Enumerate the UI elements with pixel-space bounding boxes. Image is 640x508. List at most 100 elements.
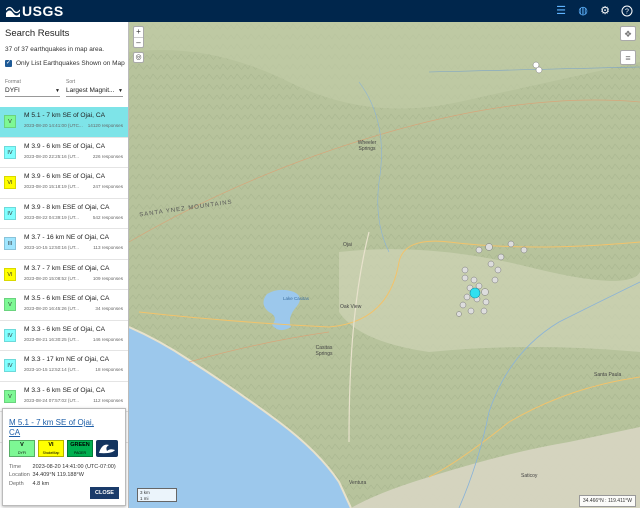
casitas-springs-label: Casitas Springs <box>315 345 333 357</box>
shakemap-badge[interactable]: VI ShakeMap <box>38 440 64 457</box>
mmi-badge: V <box>4 115 16 128</box>
globe-icon[interactable]: ◍ <box>576 4 590 18</box>
list-icon[interactable]: ☰ <box>554 4 568 18</box>
oak-view-label: Oak View <box>340 304 362 310</box>
popup-location-row: Location 34.409°N 119.188°W <box>9 472 84 478</box>
mmi-badge: IV <box>4 206 16 220</box>
earthquake-list-item[interactable]: V M 3.5 - 6 km ESE of Ojai, CA 2023-08-20 … <box>0 290 128 321</box>
earthquake-responses: 146 responses <box>92 336 123 342</box>
earthquake-title: M 3.3 - 6 km SE of Ojai, CA <box>24 386 105 394</box>
dyfi-badge-label: DYFI <box>18 451 26 455</box>
search-results-title: Search Results <box>5 28 70 39</box>
depth-value: 4.8 km <box>32 481 50 487</box>
dyfi-badge-value: V <box>20 442 24 448</box>
earthquake-time: 2023-10-15 12:50:16 (UT... <box>24 245 79 250</box>
selected-earthquake-marker <box>469 287 481 299</box>
ojai-label: Ojai <box>343 242 352 248</box>
earthquake-title: M 3.9 - 8 km ESE of Ojai, CA <box>24 203 110 211</box>
popup-depth-row: Depth 4.8 km <box>9 481 49 487</box>
app-header: USGS ☰ ◍ ⚙ ? <box>0 0 640 22</box>
layers-icon[interactable]: ❖ <box>620 26 636 41</box>
earthquake-time: 2023-08-20 22:25:16 (UT... <box>24 153 79 159</box>
zoom-control: + – <box>133 26 144 48</box>
location-value: 34.409°N 119.188°W <box>32 472 84 478</box>
earthquake-title: M 3.5 - 6 km ESE of Ojai, CA <box>24 295 110 302</box>
time-value: 2023-08-20 14:41:00 (UTC-07:00) <box>32 464 116 470</box>
pager-badge-value: GREEN <box>70 442 90 448</box>
format-select[interactable]: DYFI ▼ <box>5 85 60 97</box>
event-popup: M 5.1 - 7 km SE of Ojai, CA V DYFI VI Sh… <box>2 408 126 506</box>
earthquake-responses: 14120 responses <box>87 123 123 128</box>
location-label: Location <box>9 472 30 478</box>
close-button[interactable]: CLOSE <box>90 487 119 499</box>
earthquake-title: M 3.7 - 7 km ESE of Ojai, CA <box>24 264 110 272</box>
earthquake-list-item[interactable]: VI M 3.9 - 6 km SE of Ojai, CA 2023-08-20 … <box>0 168 128 199</box>
pager-badge[interactable]: GREEN PAGER <box>67 440 93 457</box>
cursor-coordinates: 34.466°N : 119.411°W <box>578 495 636 507</box>
checkbox-checked-icon[interactable]: ✓ <box>5 60 12 67</box>
earthquake-responses: 34 responses <box>95 306 123 311</box>
only-list-shown-checkbox[interactable]: ✓ Only List Earthquakes Shown on Map <box>5 60 125 67</box>
earthquake-time: 2023-08-24 07:57:02 (UT... <box>24 397 79 403</box>
dyfi-badge[interactable]: V DYFI <box>9 440 35 457</box>
earthquake-responses: 109 responses <box>92 275 123 281</box>
zoom-in-button[interactable]: + <box>134 27 143 37</box>
earthquake-title: M 3.9 - 6 km SE of Ojai, CA <box>24 142 105 150</box>
popup-title-link[interactable]: M 5.1 - 7 km SE of Ojai, CA <box>9 418 105 438</box>
earthquake-time: 2023-08-20 16:45:26 (UT... <box>24 306 79 311</box>
earthquake-title: M 3.7 - 16 km NE of Ojai, CA <box>24 234 110 241</box>
map-terrain[interactable] <box>129 22 640 508</box>
only-list-label: Only List Earthquakes Shown on Map <box>16 60 125 67</box>
time-label: Time <box>9 464 22 470</box>
logo-text: USGS <box>22 3 64 19</box>
earthquake-responses: 542 responses <box>92 214 123 220</box>
tsunami-icon[interactable] <box>96 440 118 457</box>
chevron-down-icon: ▼ <box>118 87 123 94</box>
earthquake-list-item[interactable]: IV M 3.3 - 17 km NE of Ojai, CA 2023-10-15… <box>0 351 128 382</box>
earthquake-list-item[interactable]: III M 3.7 - 16 km NE of Ojai, CA 2023-10-1… <box>0 229 128 260</box>
chevron-down-icon: ▼ <box>55 87 60 94</box>
earthquake-time: 2023-08-20 14:41:00 (UTC... <box>24 123 83 128</box>
svg-text:?: ? <box>625 9 629 16</box>
earthquake-time: 2023-08-20 15:18:19 (UT... <box>24 184 79 189</box>
map-scale: 3 km 1 mi <box>137 488 177 502</box>
results-count: 37 of 37 earthquakes in map area. <box>5 46 105 53</box>
sort-value: Largest Magnit... <box>66 87 115 94</box>
earthquake-time: 2023-08-22 04:39:19 (UT... <box>24 214 79 220</box>
format-value: DYFI <box>5 87 20 94</box>
zoom-out-button[interactable]: – <box>134 37 143 47</box>
locate-icon[interactable]: ◎ <box>133 52 144 63</box>
map-settings-icon[interactable]: ≡ <box>620 50 636 65</box>
shakemap-badge-value: VI <box>48 442 54 448</box>
gear-icon[interactable]: ⚙ <box>598 4 612 18</box>
earthquake-title: M 3.9 - 6 km SE of Ojai, CA <box>24 173 105 180</box>
earthquake-list: V M 5.1 - 7 km SE of Ojai, CA 2023-08-20 1… <box>0 107 128 443</box>
earthquake-list-item[interactable]: VI M 3.7 - 7 km ESE of Ojai, CA 2023-08-20… <box>0 260 128 290</box>
santa-paula-label: Santa Paula <box>594 372 622 378</box>
earthquake-responses: 112 responses <box>93 397 123 403</box>
earthquake-title: M 3.3 - 17 km NE of Ojai, CA <box>24 356 110 363</box>
pager-badge-label: PAGER <box>74 451 86 455</box>
usgs-wave-icon <box>6 6 20 17</box>
earthquake-list-item[interactable]: IV M 3.9 - 8 km ESE of Ojai, CA 2023-08-22… <box>0 199 128 229</box>
earthquake-list-item[interactable]: V M 5.1 - 7 km SE of Ojai, CA 2023-08-20 1… <box>0 107 128 138</box>
earthquake-list-item[interactable]: IV M 3.9 - 6 km SE of Ojai, CA 2023-08-20 … <box>0 138 128 168</box>
lake-casitas-label: Lake Casitas <box>283 296 310 301</box>
mmi-badge: IV <box>4 359 16 372</box>
mmi-badge: III <box>4 237 16 250</box>
earthquake-list-item[interactable]: IV M 3.3 - 6 km SE of Ojai, CA 2023-08-21 … <box>0 321 128 351</box>
earthquake-time: 2023-08-21 16:30:25 (UT... <box>24 336 79 342</box>
shakemap-badge-label: ShakeMap <box>42 451 60 455</box>
mmi-badge: V <box>4 298 16 311</box>
mmi-badge: IV <box>4 328 16 342</box>
usgs-logo[interactable]: USGS <box>6 3 64 19</box>
mmi-badge: IV <box>4 145 16 159</box>
impact-badges: V DYFI VI ShakeMap GREEN PAGER <box>9 440 118 457</box>
earthquake-time: 2023-10-15 12:52:14 (UT... <box>24 367 79 372</box>
depth-label: Depth <box>9 481 24 487</box>
earthquake-responses: 247 responses <box>92 184 123 189</box>
help-icon[interactable]: ? <box>620 4 634 18</box>
sort-select[interactable]: Largest Magnit... ▼ <box>66 85 123 97</box>
saticoy-label: Saticoy <box>521 473 538 479</box>
map-view[interactable]: Ojai Wheeler Springs Oak View Casitas Sp… <box>129 22 640 508</box>
